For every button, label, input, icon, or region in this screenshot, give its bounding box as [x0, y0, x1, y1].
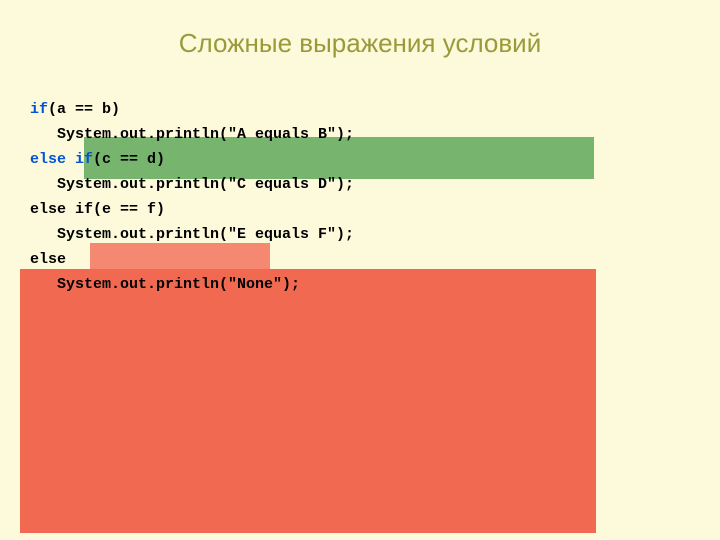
- code-text: (c == d): [93, 151, 165, 168]
- highlight-red: [20, 269, 596, 533]
- code-container: if(a == b) System.out.println("A equals …: [30, 97, 650, 297]
- slide-title: Сложные выражения условий: [0, 0, 720, 97]
- code-text: (a == b): [48, 101, 120, 118]
- code-text: else if(e == f): [30, 201, 165, 218]
- code-text: System.out.println("E equals F");: [30, 226, 354, 243]
- code-text: System.out.println("A equals B");: [30, 126, 354, 143]
- keyword-if: if: [30, 101, 48, 118]
- code-text: System.out.println("C equals D");: [30, 176, 354, 193]
- keyword-else-if: else if: [30, 151, 93, 168]
- code-block: if(a == b) System.out.println("A equals …: [30, 97, 650, 297]
- code-text: else: [30, 251, 66, 268]
- code-text: System.out.println("None");: [30, 276, 300, 293]
